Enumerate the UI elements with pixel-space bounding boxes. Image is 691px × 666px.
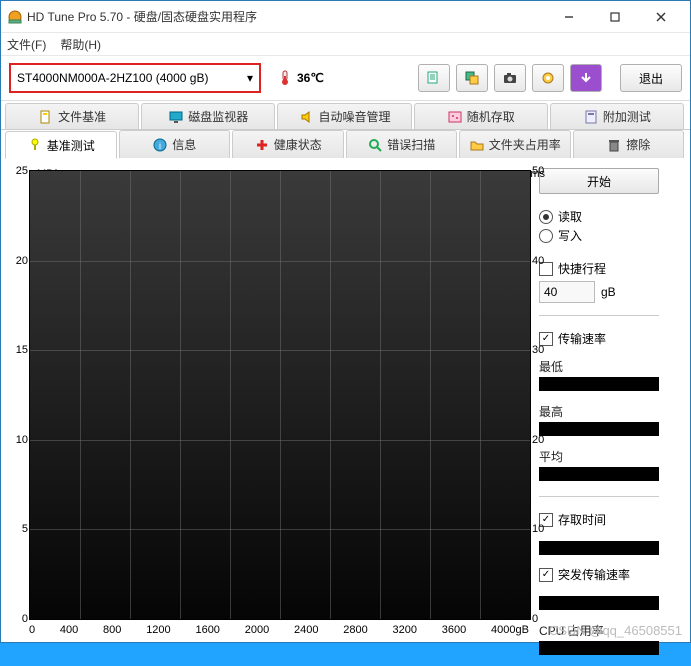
check-burst-rate[interactable]: ✓突发传输速率	[539, 566, 659, 583]
check-access-time[interactable]: ✓存取时间	[539, 511, 659, 528]
radio-dot-icon	[539, 210, 553, 224]
benchmark-chart: MB/s ms 25 20 15	[13, 166, 529, 658]
monitor-icon	[168, 109, 184, 125]
radio-write[interactable]: 写入	[539, 227, 659, 244]
trash-icon	[606, 137, 622, 153]
maximize-button[interactable]	[592, 2, 638, 32]
field-avg: 平均	[539, 448, 659, 481]
tab-row-lower: 基准测试 i信息 健康状态 错误扫描 文件夹占用率 擦除	[1, 130, 690, 158]
field-min: 最低	[539, 358, 659, 391]
scan-icon	[367, 137, 383, 153]
tab-info[interactable]: i信息	[119, 130, 231, 158]
save-button[interactable]	[570, 64, 602, 92]
tab-error-scan[interactable]: 错误扫描	[346, 130, 458, 158]
menu-file[interactable]: 文件(F)	[7, 36, 46, 53]
info-icon: i	[152, 137, 168, 153]
check-transfer-rate[interactable]: ✓传输速率	[539, 330, 659, 347]
tab-disk-monitor[interactable]: 磁盘监视器	[141, 103, 275, 129]
svg-text:i: i	[159, 141, 161, 151]
thermometer-icon	[277, 70, 293, 86]
folder-icon	[469, 137, 485, 153]
short-stroke-unit: gB	[601, 285, 616, 299]
copy-screenshot-button[interactable]	[456, 64, 488, 92]
menu-help[interactable]: 帮助(H)	[60, 36, 101, 53]
radio-read[interactable]: 读取	[539, 208, 659, 225]
content-area: MB/s ms 25 20 15	[1, 158, 690, 666]
save-screenshot-button[interactable]	[494, 64, 526, 92]
drive-select[interactable]: ST4000NM000A-2HZ100 (4000 gB) ▾	[9, 63, 261, 93]
checkbox-icon: ✓	[539, 568, 553, 582]
temperature-indicator: 36℃	[277, 70, 324, 86]
tab-extra-tests[interactable]: 附加测试	[550, 103, 684, 129]
speaker-icon	[299, 109, 315, 125]
file-benchmark-icon	[38, 109, 54, 125]
tab-health[interactable]: 健康状态	[232, 130, 344, 158]
calculator-icon	[583, 109, 599, 125]
temperature-value: 36℃	[297, 71, 324, 85]
tab-folder-usage[interactable]: 文件夹占用率	[459, 130, 571, 158]
menu-bar: 文件(F) 帮助(H)	[1, 33, 690, 56]
field-access-time	[539, 539, 659, 555]
field-burst-rate	[539, 594, 659, 610]
drive-select-value: ST4000NM000A-2HZ100 (4000 gB)	[17, 71, 208, 85]
tab-random-access[interactable]: 随机存取	[414, 103, 548, 129]
copy-text-icon	[426, 70, 442, 86]
field-max: 最高	[539, 403, 659, 436]
short-stroke-input[interactable]	[539, 281, 595, 303]
check-short-stroke[interactable]: 快捷行程	[539, 260, 659, 277]
chevron-down-icon: ▾	[247, 71, 253, 85]
start-button[interactable]: 开始	[539, 168, 659, 194]
random-icon	[447, 109, 463, 125]
exit-button[interactable]: 退出	[620, 64, 682, 92]
app-icon	[7, 9, 23, 25]
benchmark-icon	[27, 137, 43, 153]
close-button[interactable]	[638, 2, 684, 32]
window-title: HD Tune Pro 5.70 - 硬盘/固态硬盘实用程序	[23, 8, 546, 25]
health-icon	[254, 137, 270, 153]
tab-row-upper: 文件基准 磁盘监视器 自动噪音管理 随机存取 附加测试	[1, 103, 690, 130]
gear-icon	[540, 70, 556, 86]
copy-info-button[interactable]	[418, 64, 450, 92]
radio-dot-icon	[539, 229, 553, 243]
chart-canvas: 25 20 15 10 5 0 50 40 30 20 10 0	[29, 170, 531, 620]
tab-file-benchmark[interactable]: 文件基准	[5, 103, 139, 129]
arrow-down-icon	[578, 70, 594, 86]
options-button[interactable]	[532, 64, 564, 92]
x-axis-labels: 0 400 800 1200 1600 2000 2400 2800 3200 …	[29, 624, 529, 636]
tab-benchmark[interactable]: 基准测试	[5, 131, 117, 159]
watermark: CSDN @qq_46508551	[549, 623, 682, 638]
side-panel: 开始 读取 写入 快捷行程 gB ✓传输速率 最低 最高 平均 ✓存取时间 ✓突…	[539, 166, 659, 658]
tab-erase[interactable]: 擦除	[573, 130, 685, 158]
tab-aam[interactable]: 自动噪音管理	[277, 103, 411, 129]
title-bar: HD Tune Pro 5.70 - 硬盘/固态硬盘实用程序	[1, 1, 690, 33]
toolbar: ST4000NM000A-2HZ100 (4000 gB) ▾ 36℃ 退出	[1, 56, 690, 101]
copy-window-icon	[464, 70, 480, 86]
camera-icon	[502, 70, 518, 86]
minimize-button[interactable]	[546, 2, 592, 32]
